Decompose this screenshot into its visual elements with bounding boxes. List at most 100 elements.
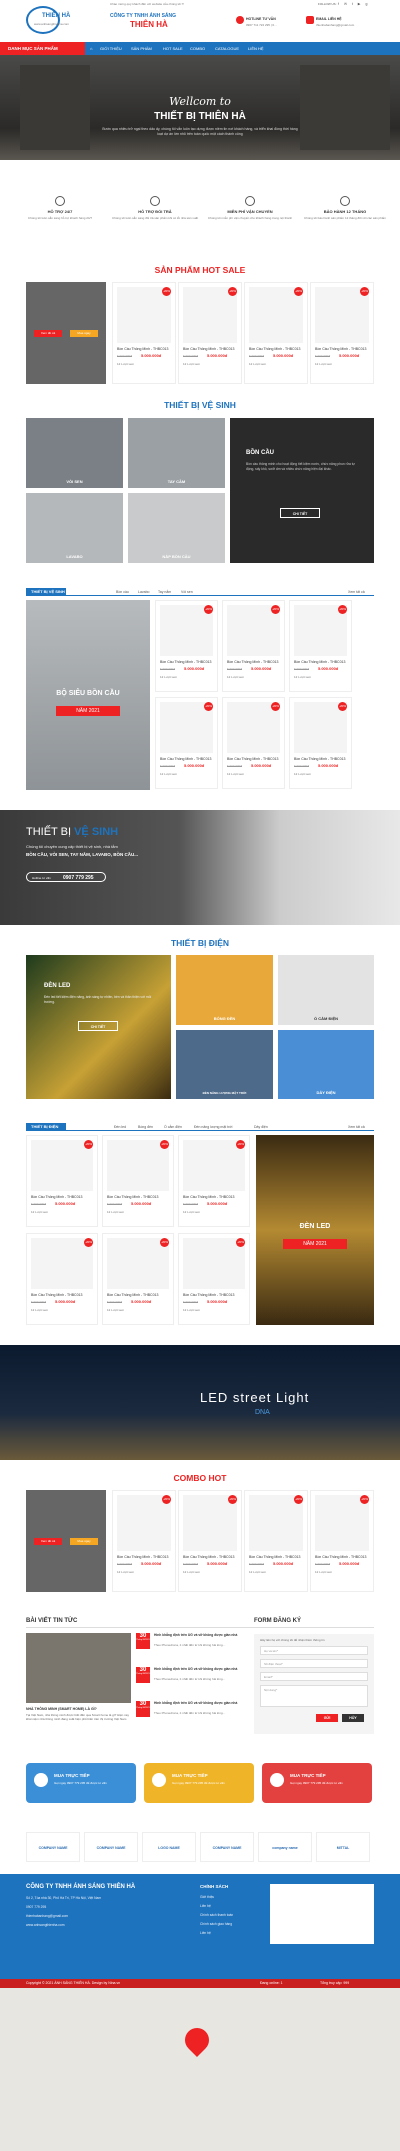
footer-phone[interactable]: 0907 779 295 [26, 1905, 46, 1909]
news-item-title[interactable]: Hình khẳng định trên UG và vỡ không được… [154, 1701, 250, 1705]
bar-link[interactable]: Vòi sen [181, 588, 193, 596]
product-card[interactable]: -20% Bồn Cầu Thông Minh - THBC013 6.000.00… [26, 1135, 98, 1227]
product-card[interactable]: -20% Bồn Cầu Thông Minh - THBC013 6.000.00… [178, 282, 242, 384]
product-card[interactable]: -20% Bồn Cầu Thông Minh - THBC013 6.000.00… [310, 282, 374, 384]
product-name[interactable]: Bồn Cầu Thông Minh - THBC013 [117, 1555, 168, 1559]
partner-logo[interactable]: company name [258, 1832, 312, 1862]
news-item[interactable]: 30 Tháng 08/2021 Hình khẳng định trên UG v… [136, 1667, 251, 1699]
nav-lien-he[interactable]: LIÊN HỆ [248, 42, 264, 55]
product-name[interactable]: Bồn Cầu Thông Minh - THBC013 [315, 1555, 366, 1559]
product-card[interactable]: -20% Bồn Cầu Thông Minh - THBC013 6.000.00… [222, 697, 285, 789]
bar-link[interactable]: Bồn cầu [116, 588, 129, 596]
feature-den-led[interactable]: ĐÈN LED Đèn led tiết kiệm điện năng, ánh… [26, 955, 171, 1099]
partner-logo[interactable]: COMPANY NAME [84, 1832, 138, 1862]
product-image[interactable] [107, 1140, 169, 1191]
product-card[interactable]: -20% Bồn Cầu Thông Minh - THBC013 6.000.00… [178, 1135, 250, 1227]
product-card[interactable]: -20% Bồn Cầu Thông Minh - THBC013 6.000.00… [178, 1490, 242, 1592]
map[interactable] [0, 1988, 400, 2151]
product-card[interactable]: -20% Bồn Cầu Thông Minh - THBC013 6.000.00… [289, 600, 352, 692]
hot-sale-promo[interactable]: Xem tất cả Mua ngay [26, 282, 106, 384]
nav-gioi-thieu[interactable]: GIỚI THIỆU [100, 42, 122, 55]
policy-link[interactable]: Liên hệ [200, 1931, 211, 1935]
product-card[interactable]: -20% Bồn Cầu Thông Minh - THBC013 6.000.00… [178, 1233, 250, 1325]
detail-button[interactable]: CHI TIẾT [280, 508, 320, 518]
product-name[interactable]: Bồn Cầu Thông Minh - THBC013 [31, 1195, 82, 1199]
see-all-link[interactable]: Xem tất cả [348, 1123, 365, 1131]
product-name[interactable]: Bồn Cầu Thông Minh - THBC013 [249, 347, 300, 351]
bar-link[interactable]: Dây điện [254, 1123, 268, 1131]
product-name[interactable]: Bồn Cầu Thông Minh - THBC013 [227, 660, 278, 664]
detail-button[interactable]: CHI TIẾT [78, 1021, 118, 1031]
tile-nap-bon-cau[interactable]: NẮP BỒN CẦU [128, 493, 225, 563]
product-image[interactable] [315, 287, 369, 343]
buy-now-button[interactable]: Mua ngay [70, 1538, 98, 1545]
see-all-button[interactable]: Xem tất cả [34, 330, 62, 337]
product-image[interactable] [315, 1495, 369, 1551]
nav-san-pham[interactable]: SẢN PHẨM [131, 42, 152, 55]
tile-bong-den[interactable]: BÓNG ĐÈN [176, 955, 273, 1025]
partner-logo[interactable]: COMPANY NAME [200, 1832, 254, 1862]
category-tag[interactable]: THIẾT BỊ VỆ SINH [26, 588, 66, 596]
bar-link[interactable]: Ổ cắm điện [164, 1123, 182, 1131]
cta-box[interactable]: MUA TRỰC TIẾP Gọi ngay 0907 779 295 để đư… [26, 1763, 136, 1803]
product-image[interactable] [183, 1140, 245, 1191]
tile-tay-cam[interactable]: TAY CẦM [128, 418, 225, 488]
product-name[interactable]: Bồn Cầu Thông Minh - THBC013 [31, 1293, 82, 1297]
product-card[interactable]: -20% Bồn Cầu Thông Minh - THBC013 6.000.00… [112, 1490, 176, 1592]
product-name[interactable]: Bồn Cầu Thông Minh - THBC013 [107, 1195, 158, 1199]
tile-lavabo[interactable]: LAVABO [26, 493, 123, 563]
footer-email[interactable]: thienhabanhang@gmail.com [26, 1914, 68, 1918]
product-name[interactable]: Bồn Cầu Thông Minh - THBC013 [183, 1555, 234, 1559]
hotline-value[interactable]: 0907 711 722 295 | 0... [246, 23, 277, 27]
tile-o-cam[interactable]: Ổ CẮM ĐIỆN [278, 955, 374, 1025]
logo-icon[interactable] [26, 6, 60, 34]
map-pin-icon[interactable] [180, 2023, 214, 2057]
nav-catalogue[interactable]: CATALOGUE [215, 42, 239, 55]
news-main-title[interactable]: NHÀ THÔNG MINH (SMART HOME) LÀ GÌ? [26, 1707, 131, 1711]
social-icons[interactable]: f ✉ t ▶ g [338, 2, 369, 6]
product-card[interactable]: -20% Bồn Cầu Thông Minh - THBC013 6.000.00… [244, 282, 308, 384]
product-image[interactable] [117, 287, 171, 343]
cta-box[interactable]: MUA TRỰC TIẾP Gọi ngay 0907 779 295 để đư… [144, 1763, 254, 1803]
footer-web[interactable]: www.anhsangthienha.com [26, 1923, 65, 1927]
product-image[interactable] [107, 1238, 169, 1289]
bar-link[interactable]: Lavabo [138, 588, 149, 596]
buy-now-button[interactable]: Mua ngay [70, 330, 98, 337]
see-all-link[interactable]: Xem tất cả [348, 588, 365, 596]
policy-link[interactable]: Liên hệ [200, 1904, 211, 1908]
product-image[interactable] [249, 287, 303, 343]
product-name[interactable]: Bồn Cầu Thông Minh - THBC013 [183, 347, 234, 351]
category-tag[interactable]: THIẾT BỊ ĐIỆN [26, 1123, 66, 1131]
bar-link[interactable]: Bóng đèn [138, 1123, 153, 1131]
product-name[interactable]: Bồn Cầu Thông Minh - THBC013 [315, 347, 366, 351]
product-card[interactable]: -20% Bồn Cầu Thông Minh - THBC013 6.000.00… [310, 1490, 374, 1592]
fanpage-box[interactable] [270, 1884, 374, 1944]
product-image[interactable] [183, 1495, 237, 1551]
product-image[interactable] [117, 1495, 171, 1551]
tile-den-nlmt[interactable]: ĐÈN NĂNG LƯỢNG MẶT TRỜI [176, 1030, 273, 1099]
feature-bon-cau[interactable]: BỒN CẦU Bồn cầu thông minh cho hoạt động… [230, 418, 374, 563]
partner-logo[interactable]: MITTAL [316, 1832, 370, 1862]
news-item-title[interactable]: Hình khẳng định trên UG và vỡ không được… [154, 1633, 250, 1637]
promo-bon-cau[interactable]: BỘ SIÊU BỒN CẦU NĂM 2021 [26, 600, 150, 790]
product-image[interactable] [183, 1238, 245, 1289]
combo-promo[interactable]: Xem tất cả Mua ngay [26, 1490, 106, 1592]
product-name[interactable]: Bồn Cầu Thông Minh - THBC013 [107, 1293, 158, 1297]
see-all-button[interactable]: Xem tất cả [34, 1538, 62, 1545]
product-card[interactable]: -20% Bồn Cầu Thông Minh - THBC013 6.000.00… [26, 1233, 98, 1325]
product-card[interactable]: -20% Bồn Cầu Thông Minh - THBC013 6.000.00… [289, 697, 352, 789]
product-name[interactable]: Bồn Cầu Thông Minh - THBC013 [249, 1555, 300, 1559]
news-item[interactable]: 30 Tháng 08/2021 Hình khẳng định trên UG v… [136, 1633, 251, 1665]
product-name[interactable]: Bồn Cầu Thông Minh - THBC013 [160, 660, 211, 664]
news-main-image[interactable] [26, 1633, 131, 1703]
tile-day-dien[interactable]: DÂY ĐIỆN [278, 1030, 374, 1099]
bar-link[interactable]: Tay nắm [158, 588, 171, 596]
product-name[interactable]: Bồn Cầu Thông Minh - THBC013 [183, 1293, 234, 1297]
product-name[interactable]: Bồn Cầu Thông Minh - THBC013 [227, 757, 278, 761]
home-icon[interactable]: ⌂ [90, 42, 92, 55]
cta-box[interactable]: MUA TRỰC TIẾP Gọi ngay 0907 779 295 để đư… [262, 1763, 372, 1803]
nav-combo[interactable]: COMBO [190, 42, 205, 55]
product-card[interactable]: -20% Bồn Cầu Thông Minh - THBC013 6.000.00… [112, 282, 176, 384]
reset-button[interactable]: HỦY [342, 1714, 364, 1722]
product-card[interactable]: -20% Bồn Cầu Thông Minh - THBC013 6.000.00… [155, 697, 218, 789]
